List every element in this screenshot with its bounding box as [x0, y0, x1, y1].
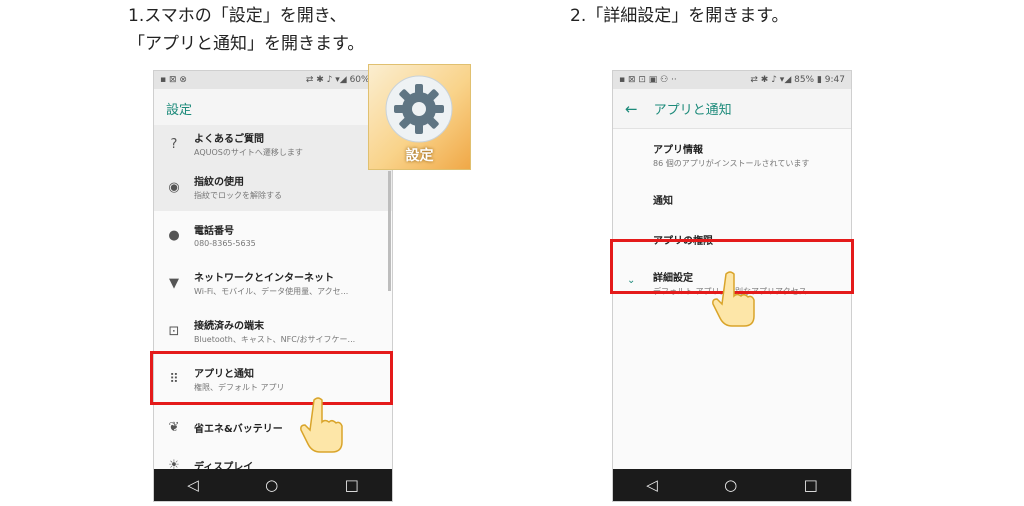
status-icons-right: ⇄ ✱ ♪ ▾◢ 85% ▮ 9:47 [750, 75, 845, 85]
back-arrow-icon[interactable]: ← [625, 100, 638, 118]
back-nav-icon[interactable]: ◁ [646, 476, 658, 494]
scrollbar[interactable] [388, 171, 391, 291]
item-subtitle: Wi-Fi、モバイル、データ使用量、アクセ... [194, 287, 349, 296]
pointing-hand-icon [712, 271, 755, 327]
settings-list: ? よくあるご質問 AQUOSのサイトへ遷移します ◉ 指紋の使用指紋でロックを解… [154, 125, 392, 479]
item-subtitle: AQUOSのサイトへ遷移します [194, 148, 303, 157]
pointing-hand-icon [300, 397, 343, 453]
step1-caption-line2: 「アプリと通知」を開きます。 [128, 34, 365, 54]
item-subtitle: 指紋でロックを解除する [194, 191, 282, 200]
settings-item-network[interactable]: ▼ ネットワークとインターネット Wi-Fi、モバイル、データ使用量、アクセ... [154, 259, 392, 307]
page-title: 設定 [166, 103, 193, 118]
item-subtitle: 86 個のアプリがインストールされています [653, 159, 810, 168]
step1-caption: 1.スマホの「設定」を開き、 「アプリと通知」を開きます。 [128, 2, 364, 58]
nav-bar: ◁ ○ □ [154, 469, 392, 501]
highlight-apps-notifications [150, 351, 393, 405]
home-nav-icon[interactable]: ○ [724, 476, 737, 494]
settings-item-connected-devices[interactable]: ⊡ 接続済みの端末 Bluetooth、キャスト、NFC/おサイフケー... [154, 307, 392, 355]
settings-item-faq[interactable]: ? よくあるご質問 AQUOSのサイトへ遷移します [154, 125, 392, 163]
page-title: アプリと通知 [653, 103, 732, 118]
back-nav-icon[interactable]: ◁ [187, 476, 199, 494]
status-icons-left: ▪ ⊠ ⊡ ▣ ⚇ ·· [619, 75, 677, 85]
settings-item-phone-number[interactable]: ● 電話番号 080-8365-5635 [154, 211, 392, 259]
item-subtitle: Bluetooth、キャスト、NFC/おサイフケー... [194, 335, 356, 344]
item-title: 省エネ&バッテリー [194, 423, 283, 435]
home-nav-icon[interactable]: ○ [265, 476, 278, 494]
item-title: 接続済みの端末 [194, 321, 264, 332]
person-icon: ● [168, 227, 180, 243]
wifi-icon: ▼ [169, 275, 179, 291]
question-circle-icon: ? [170, 136, 178, 152]
gear-label: 設定 [405, 148, 434, 164]
battery-leaf-icon: ❦ [168, 419, 180, 435]
recents-nav-icon[interactable]: □ [804, 476, 818, 494]
devices-icon: ⊡ [168, 323, 180, 339]
recents-nav-icon[interactable]: □ [345, 476, 359, 494]
settings-app-icon[interactable]: 設定 [368, 64, 471, 170]
item-title: 指紋の使用 [194, 177, 244, 188]
fingerprint-icon: ◉ [168, 179, 180, 195]
nav-bar: ◁ ○ □ [613, 469, 851, 501]
app-bar: ← アプリと通知 [613, 89, 851, 129]
app-bar: 設定 [154, 89, 392, 129]
settings-item-fingerprint[interactable]: ◉ 指紋の使用指紋でロックを解除する [154, 163, 392, 211]
settings-item-battery[interactable]: ❦ 省エネ&バッテリー [154, 403, 392, 451]
list-item-notifications[interactable]: 通知 [613, 179, 851, 219]
list-item-app-info[interactable]: アプリ情報 86 個のアプリがインストールされています [613, 131, 851, 179]
status-bar: ▪ ⊠ ⊗ ⇄ ✱ ♪ ▾◢ 60% ▮ 1 [154, 71, 392, 89]
item-title: よくあるご質問 [194, 134, 264, 145]
status-bar: ▪ ⊠ ⊡ ▣ ⚇ ·· ⇄ ✱ ♪ ▾◢ 85% ▮ 9:47 [613, 71, 851, 89]
phone-settings-screen: ▪ ⊠ ⊗ ⇄ ✱ ♪ ▾◢ 60% ▮ 1 設定 ? よくあるご質問 AQUOS… [153, 70, 393, 502]
status-icons-left: ▪ ⊠ ⊗ [160, 75, 187, 85]
step2-caption: 2.「詳細設定」を開きます。 [570, 6, 789, 26]
item-title: アプリ情報 [653, 145, 703, 156]
item-title: 電話番号 [194, 226, 234, 237]
gear-icon [385, 75, 453, 143]
step1-caption-line1: 1.スマホの「設定」を開き、 [128, 6, 347, 26]
item-title: ネットワークとインターネット [194, 273, 334, 284]
item-title: 通知 [653, 195, 673, 207]
item-subtitle: 080-8365-5635 [194, 239, 256, 248]
